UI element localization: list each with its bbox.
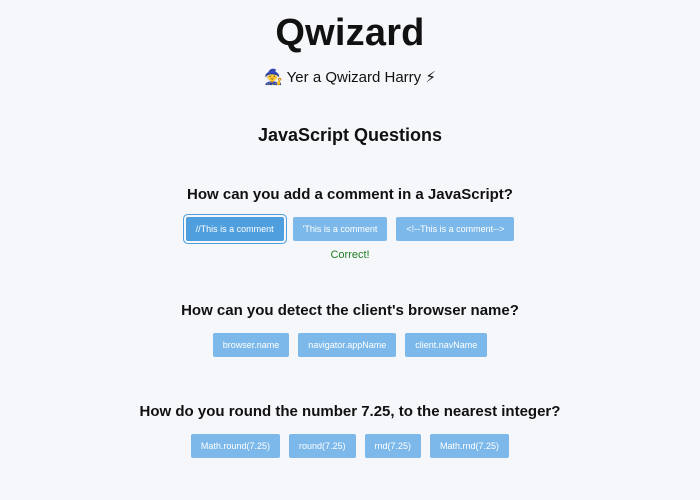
section-title: JavaScript Questions — [257, 125, 443, 145]
question-2: How can you detect the client's browser … — [0, 302, 700, 357]
answer-button[interactable]: <!--This is a comment--> — [396, 217, 515, 241]
answer-button[interactable]: round(7.25) — [288, 434, 356, 458]
answer-button[interactable]: browser.name — [212, 333, 290, 357]
question-text: How can you add a comment in a JavaScrip… — [187, 186, 513, 203]
answer-options: browser.name navigator.appName client.na… — [0, 333, 700, 357]
answer-options: //This is a comment 'This is a comment <… — [0, 217, 700, 241]
app-subtitle: 🧙 Yer a Qwizard Harry ⚡ — [264, 69, 436, 86]
app-title: Qwizard — [275, 12, 425, 54]
answer-button[interactable]: Math.rnd(7.25) — [430, 434, 510, 458]
question-1: How can you add a comment in a JavaScrip… — [0, 186, 700, 261]
answer-button[interactable]: navigator.appName — [298, 333, 397, 357]
question-text: How do you round the number 7.25, to the… — [139, 403, 561, 420]
answer-button[interactable]: rnd(7.25) — [364, 434, 422, 458]
quiz-page: Qwizard 🧙 Yer a Qwizard Harry ⚡ JavaScri… — [0, 0, 700, 500]
answer-button[interactable]: Math.round(7.25) — [190, 434, 280, 458]
answer-button[interactable]: client.navName — [405, 333, 488, 357]
question-3: How do you round the number 7.25, to the… — [0, 403, 700, 458]
answer-button[interactable]: //This is a comment — [185, 217, 284, 241]
answer-options: Math.round(7.25) round(7.25) rnd(7.25) M… — [0, 434, 700, 458]
answer-result: Correct! — [330, 249, 370, 261]
question-text: How can you detect the client's browser … — [181, 302, 519, 319]
answer-button[interactable]: 'This is a comment — [292, 217, 388, 241]
